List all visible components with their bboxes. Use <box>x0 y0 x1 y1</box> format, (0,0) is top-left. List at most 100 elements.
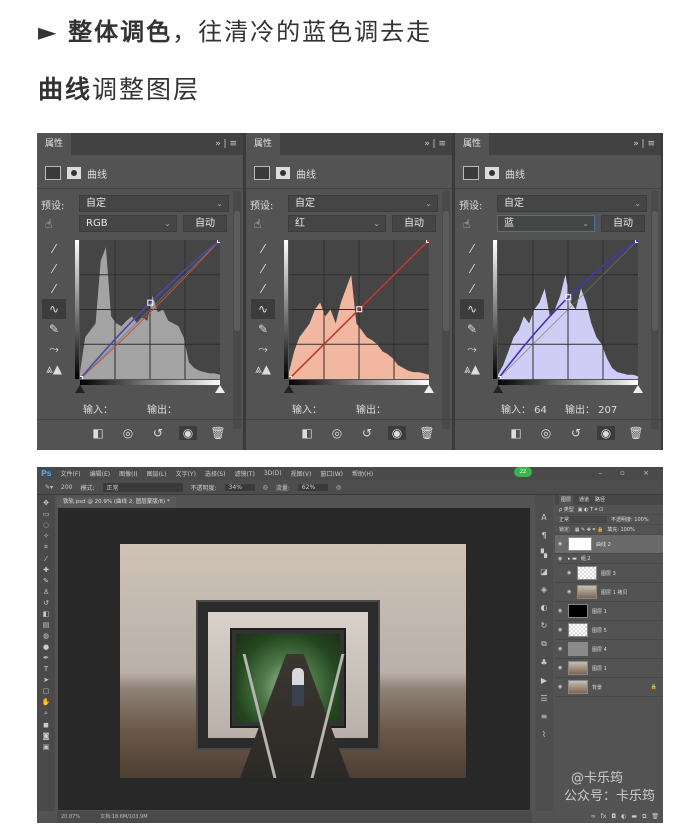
layer-row[interactable]: ◉ ▸ ▬ 组 2 <box>555 554 663 564</box>
delete-icon[interactable]: 🗑 <box>627 426 645 440</box>
layer-name[interactable]: 图层 1 <box>592 608 607 615</box>
brush-size[interactable]: 200 <box>61 484 72 491</box>
opacity-field[interactable]: 不透明度: 100% <box>611 516 649 523</box>
panel-menu-icon[interactable]: » | ≡ <box>215 133 237 155</box>
visibility-eye-icon[interactable]: ◉ <box>567 570 573 576</box>
filter-icons[interactable]: ▣ ◐ T ⌗ ⊡ <box>578 507 604 513</box>
delete-icon[interactable]: 🗑 <box>209 426 227 440</box>
tab-properties[interactable]: 属性 <box>455 133 489 155</box>
mask-icon[interactable] <box>276 167 290 179</box>
airbrush-icon[interactable]: ◎ <box>336 484 341 491</box>
black-point-slider[interactable] <box>75 385 85 393</box>
flow-field[interactable]: 62% <box>297 483 328 491</box>
preset-dropdown[interactable]: 自定 ⌄ <box>288 195 438 212</box>
smooth-icon[interactable]: ⤳ <box>460 339 484 359</box>
layer-name[interactable]: 图层 5 <box>592 627 607 634</box>
reset-icon[interactable]: ↺ <box>358 426 376 440</box>
clip-to-layer-icon[interactable]: ◧ <box>89 426 107 440</box>
pressure-icon[interactable]: ◎ <box>263 484 268 491</box>
marquee-tool-icon[interactable]: ▭ <box>43 510 50 518</box>
lasso-tool-icon[interactable]: ◌ <box>43 521 49 529</box>
styles-icon[interactable]: ◪ <box>540 567 548 576</box>
panel-scrollbar[interactable] <box>442 191 450 429</box>
wand-tool-icon[interactable]: ✧ <box>43 532 49 540</box>
mask-icon[interactable] <box>67 167 81 179</box>
black-point-slider[interactable] <box>493 385 503 393</box>
layer-row[interactable]: ◉ 图层 1 <box>555 602 663 621</box>
preset-dropdown[interactable]: 自定 ⌄ <box>79 195 229 212</box>
type-tool-icon[interactable]: T <box>44 665 48 673</box>
adjustment-icon[interactable]: ◐ <box>621 813 626 821</box>
eyedropper-tool-icon[interactable]: ⁄ <box>45 555 46 563</box>
visibility-eye-icon[interactable]: ◉ <box>179 425 197 440</box>
move-tool-icon[interactable]: ✥ <box>43 499 49 507</box>
visibility-eye-icon[interactable]: ◉ <box>558 627 564 633</box>
paragraph-panel-icon[interactable]: ¶ <box>541 531 546 540</box>
canvas-area[interactable] <box>58 508 530 810</box>
actions-icon[interactable]: ▶ <box>541 676 547 685</box>
menu-item[interactable]: 图层(L) <box>147 469 167 478</box>
white-point-slider[interactable] <box>424 385 434 393</box>
clip-to-layer-icon[interactable]: ◧ <box>298 426 316 440</box>
layer-name[interactable]: 图层 3 <box>601 570 616 577</box>
menu-item[interactable]: 3D(D) <box>264 470 282 477</box>
auto-button[interactable]: 自动 <box>392 215 436 232</box>
dodge-tool-icon[interactable]: ● <box>43 643 49 651</box>
smooth-icon[interactable]: ⤳ <box>251 339 275 359</box>
curve-edit-icon[interactable]: ∿ <box>251 299 275 319</box>
curve-graph-svg[interactable] <box>77 237 223 382</box>
visibility-eye-icon[interactable]: ◉ <box>558 608 564 614</box>
curve-graph-svg[interactable] <box>495 237 641 382</box>
hand-tool-icon[interactable]: ✋ <box>42 698 51 706</box>
channel-dropdown[interactable]: RGB ⌄ <box>79 215 177 232</box>
add-mask-icon[interactable]: ◘ <box>611 813 616 821</box>
menu-item[interactable]: 滤镜(T) <box>234 469 254 478</box>
info-icon[interactable]: ☰ <box>540 694 547 703</box>
scroll-thumb[interactable] <box>234 211 240 331</box>
black-point-eyedropper-icon[interactable]: ⁄ <box>460 239 484 259</box>
layer-name[interactable]: 背景 <box>592 684 602 691</box>
path-select-icon[interactable]: ➤ <box>43 676 49 684</box>
3d-icon[interactable]: ◈ <box>541 585 547 594</box>
menu-item[interactable]: 帮助(H) <box>352 469 373 478</box>
white-point-slider[interactable] <box>215 385 225 393</box>
panel-scrollbar[interactable] <box>651 191 659 429</box>
menu-item[interactable]: 视图(V) <box>291 469 312 478</box>
blend-mode-select[interactable]: 正常 <box>559 516 607 523</box>
clipping-warning-icon[interactable]: ⩓▲ <box>42 359 66 379</box>
auto-button[interactable]: 自动 <box>601 215 645 232</box>
clipping-warning-icon[interactable]: ⩓▲ <box>460 359 484 379</box>
blur-tool-icon[interactable]: ◍ <box>43 632 49 640</box>
menu-item[interactable]: 文字(Y) <box>176 469 196 478</box>
curve-graph[interactable] <box>77 237 223 382</box>
layers-tab[interactable]: 路径 <box>595 495 605 505</box>
white-point-eyedropper-icon[interactable]: ⁄ <box>42 279 66 299</box>
view-previous-icon[interactable]: ◎ <box>119 426 137 440</box>
panel-menu-icon[interactable]: » | ≡ <box>633 133 655 155</box>
history-icon[interactable]: ↻ <box>541 621 548 630</box>
menu-item[interactable]: 窗口(W) <box>320 469 343 478</box>
view-previous-icon[interactable]: ◎ <box>328 426 346 440</box>
fill-field[interactable]: 填充: 100% <box>607 526 635 533</box>
zoom-tool-icon[interactable]: ⌕ <box>44 709 48 718</box>
screen-mode-icon[interactable]: ▣ <box>43 743 50 751</box>
target-adjust-hand-icon[interactable]: ☝ <box>254 217 261 231</box>
channel-dropdown[interactable]: 红 ⌄ <box>288 215 386 232</box>
layer-name[interactable]: 组 2 <box>581 555 591 562</box>
visibility-eye-icon[interactable]: ◉ <box>567 589 573 595</box>
layer-row[interactable]: ◉ 图层 1 拷贝 <box>555 583 663 602</box>
layer-row[interactable]: ◉ 图层 3 <box>555 564 663 583</box>
layer-row[interactable]: ◉ 图层 5 <box>555 621 663 640</box>
quickmask-icon[interactable]: ◙ <box>43 732 50 740</box>
swatches-icon[interactable]: ▚ <box>541 549 547 558</box>
curve-graph[interactable] <box>286 237 432 382</box>
gray-point-eyedropper-icon[interactable]: ⁄ <box>251 259 275 279</box>
black-point-slider[interactable] <box>284 385 294 393</box>
reset-icon[interactable]: ↺ <box>149 426 167 440</box>
panel-menu-icon[interactable]: » | ≡ <box>424 133 446 155</box>
layer-filter[interactable]: ρ 类型 <box>559 506 574 513</box>
smooth-icon[interactable]: ⤳ <box>42 339 66 359</box>
curve-edit-icon[interactable]: ∿ <box>460 299 484 319</box>
target-adjust-hand-icon[interactable]: ☝ <box>463 217 470 231</box>
delete-icon[interactable]: 🗑 <box>418 426 436 440</box>
